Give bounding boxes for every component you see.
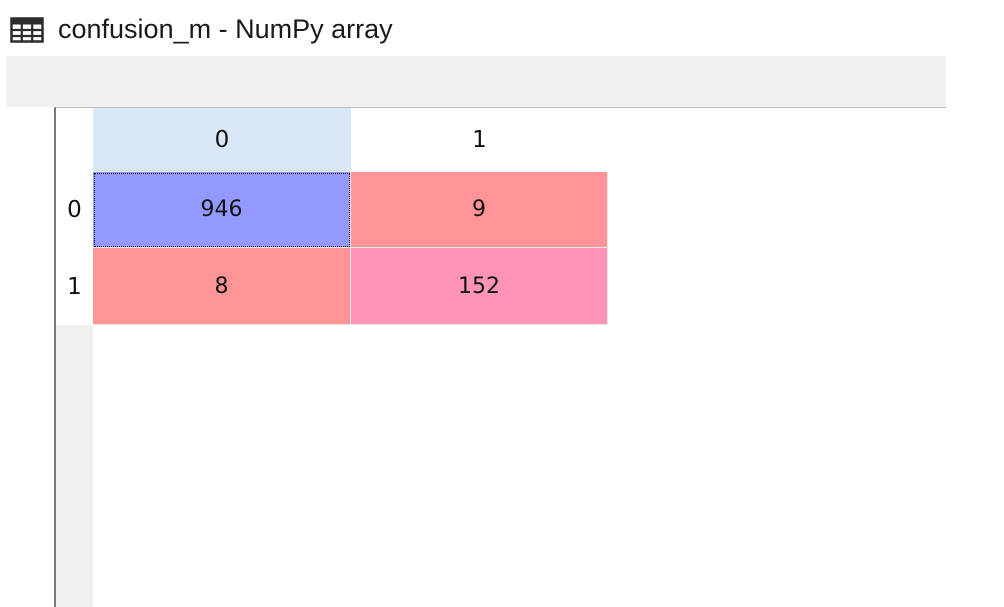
toolbar-area [6,56,946,107]
window-titlebar: confusion_m - NumPy array [0,0,1004,56]
window-title: confusion_m - NumPy array [58,14,393,44]
row-header-gutter [56,325,93,607]
table-cell-1-1[interactable]: 152 [351,248,608,325]
column-header-0[interactable]: 0 [93,108,351,172]
table-cell-0-1[interactable]: 9 [351,172,608,248]
table-cell-1-0[interactable]: 8 [93,248,351,325]
row-header-0[interactable]: 0 [56,172,93,248]
table-grid-icon [10,17,44,43]
column-header-1[interactable]: 1 [351,108,608,172]
table-cell-0-0[interactable]: 946 [93,172,351,248]
row-header-1[interactable]: 1 [56,248,93,325]
